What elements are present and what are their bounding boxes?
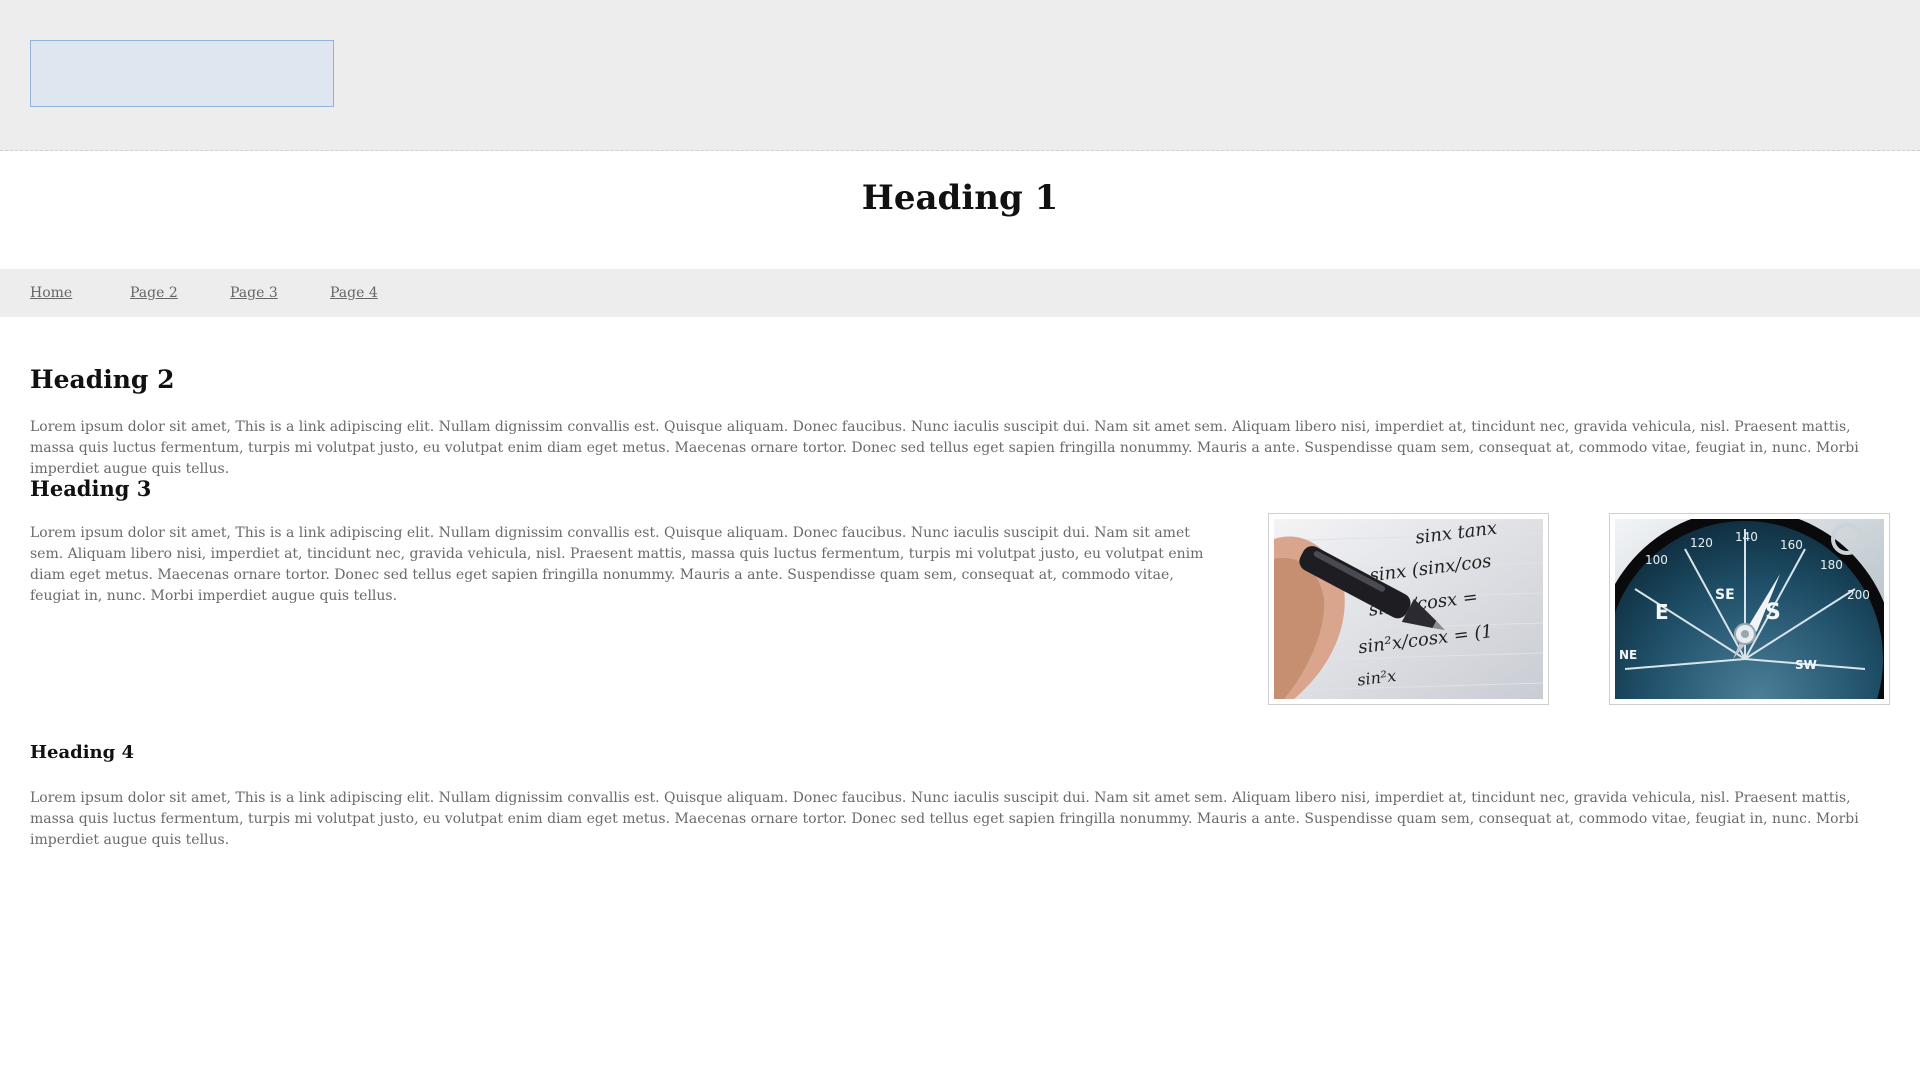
paragraph-with-images: Lorem ipsum dolor sit amet, This is a li… [30, 523, 1220, 607]
math-photo: sinx tanx sinx (sinx/cos sin x/cosx = si… [1274, 519, 1543, 699]
inline-link[interactable]: This is a link [235, 790, 325, 806]
compass-photo: 100 120 140 160 180 200 SE S E NE SW [1615, 519, 1884, 699]
paragraph-text: Lorem ipsum dolor sit amet, [30, 525, 236, 541]
page-title: Heading 1 [861, 178, 1059, 218]
compass-photo-thumbnail[interactable]: 100 120 140 160 180 200 SE S E NE SW [1609, 513, 1890, 705]
compass-direction: E [1655, 600, 1669, 624]
compass-tick: 200 [1847, 588, 1870, 602]
math-photo-thumbnail[interactable]: sinx tanx sinx (sinx/cos sin x/cosx = si… [1268, 513, 1549, 705]
nav-item-page-3[interactable]: Page 3 [230, 285, 278, 301]
paragraph-text: Lorem ipsum dolor sit amet, [30, 790, 236, 806]
compass-tick: 180 [1820, 558, 1843, 572]
compass-tick: 100 [1645, 553, 1668, 567]
site-header [0, 0, 1920, 151]
nav-item-page-4[interactable]: Page 4 [330, 285, 378, 301]
nav-item-page-2[interactable]: Page 2 [130, 285, 178, 301]
compass-tick: 140 [1735, 530, 1758, 544]
compass-direction: SW [1795, 658, 1817, 672]
inline-link[interactable]: This is a link [235, 525, 325, 541]
inline-link[interactable]: This is a link [235, 419, 325, 435]
compass-tick: 160 [1780, 538, 1803, 552]
section-heading-4: Heading 4 [30, 742, 135, 763]
paragraph-text: Lorem ipsum dolor sit amet, [30, 419, 236, 435]
compass-direction: SE [1715, 587, 1735, 603]
paragraph-closing: Lorem ipsum dolor sit amet, This is a li… [30, 788, 1890, 851]
paragraph-intro: Lorem ipsum dolor sit amet, This is a li… [30, 417, 1890, 480]
compass-tick: 120 [1690, 536, 1713, 550]
compass-direction: NE [1619, 648, 1637, 662]
logo-placeholder[interactable] [30, 40, 334, 107]
main-nav: Home Page 2 Page 3 Page 4 [0, 269, 1920, 317]
nav-item-home[interactable]: Home [30, 285, 72, 301]
section-heading-3: Heading 3 [30, 476, 152, 501]
section-heading-2: Heading 2 [30, 365, 175, 394]
